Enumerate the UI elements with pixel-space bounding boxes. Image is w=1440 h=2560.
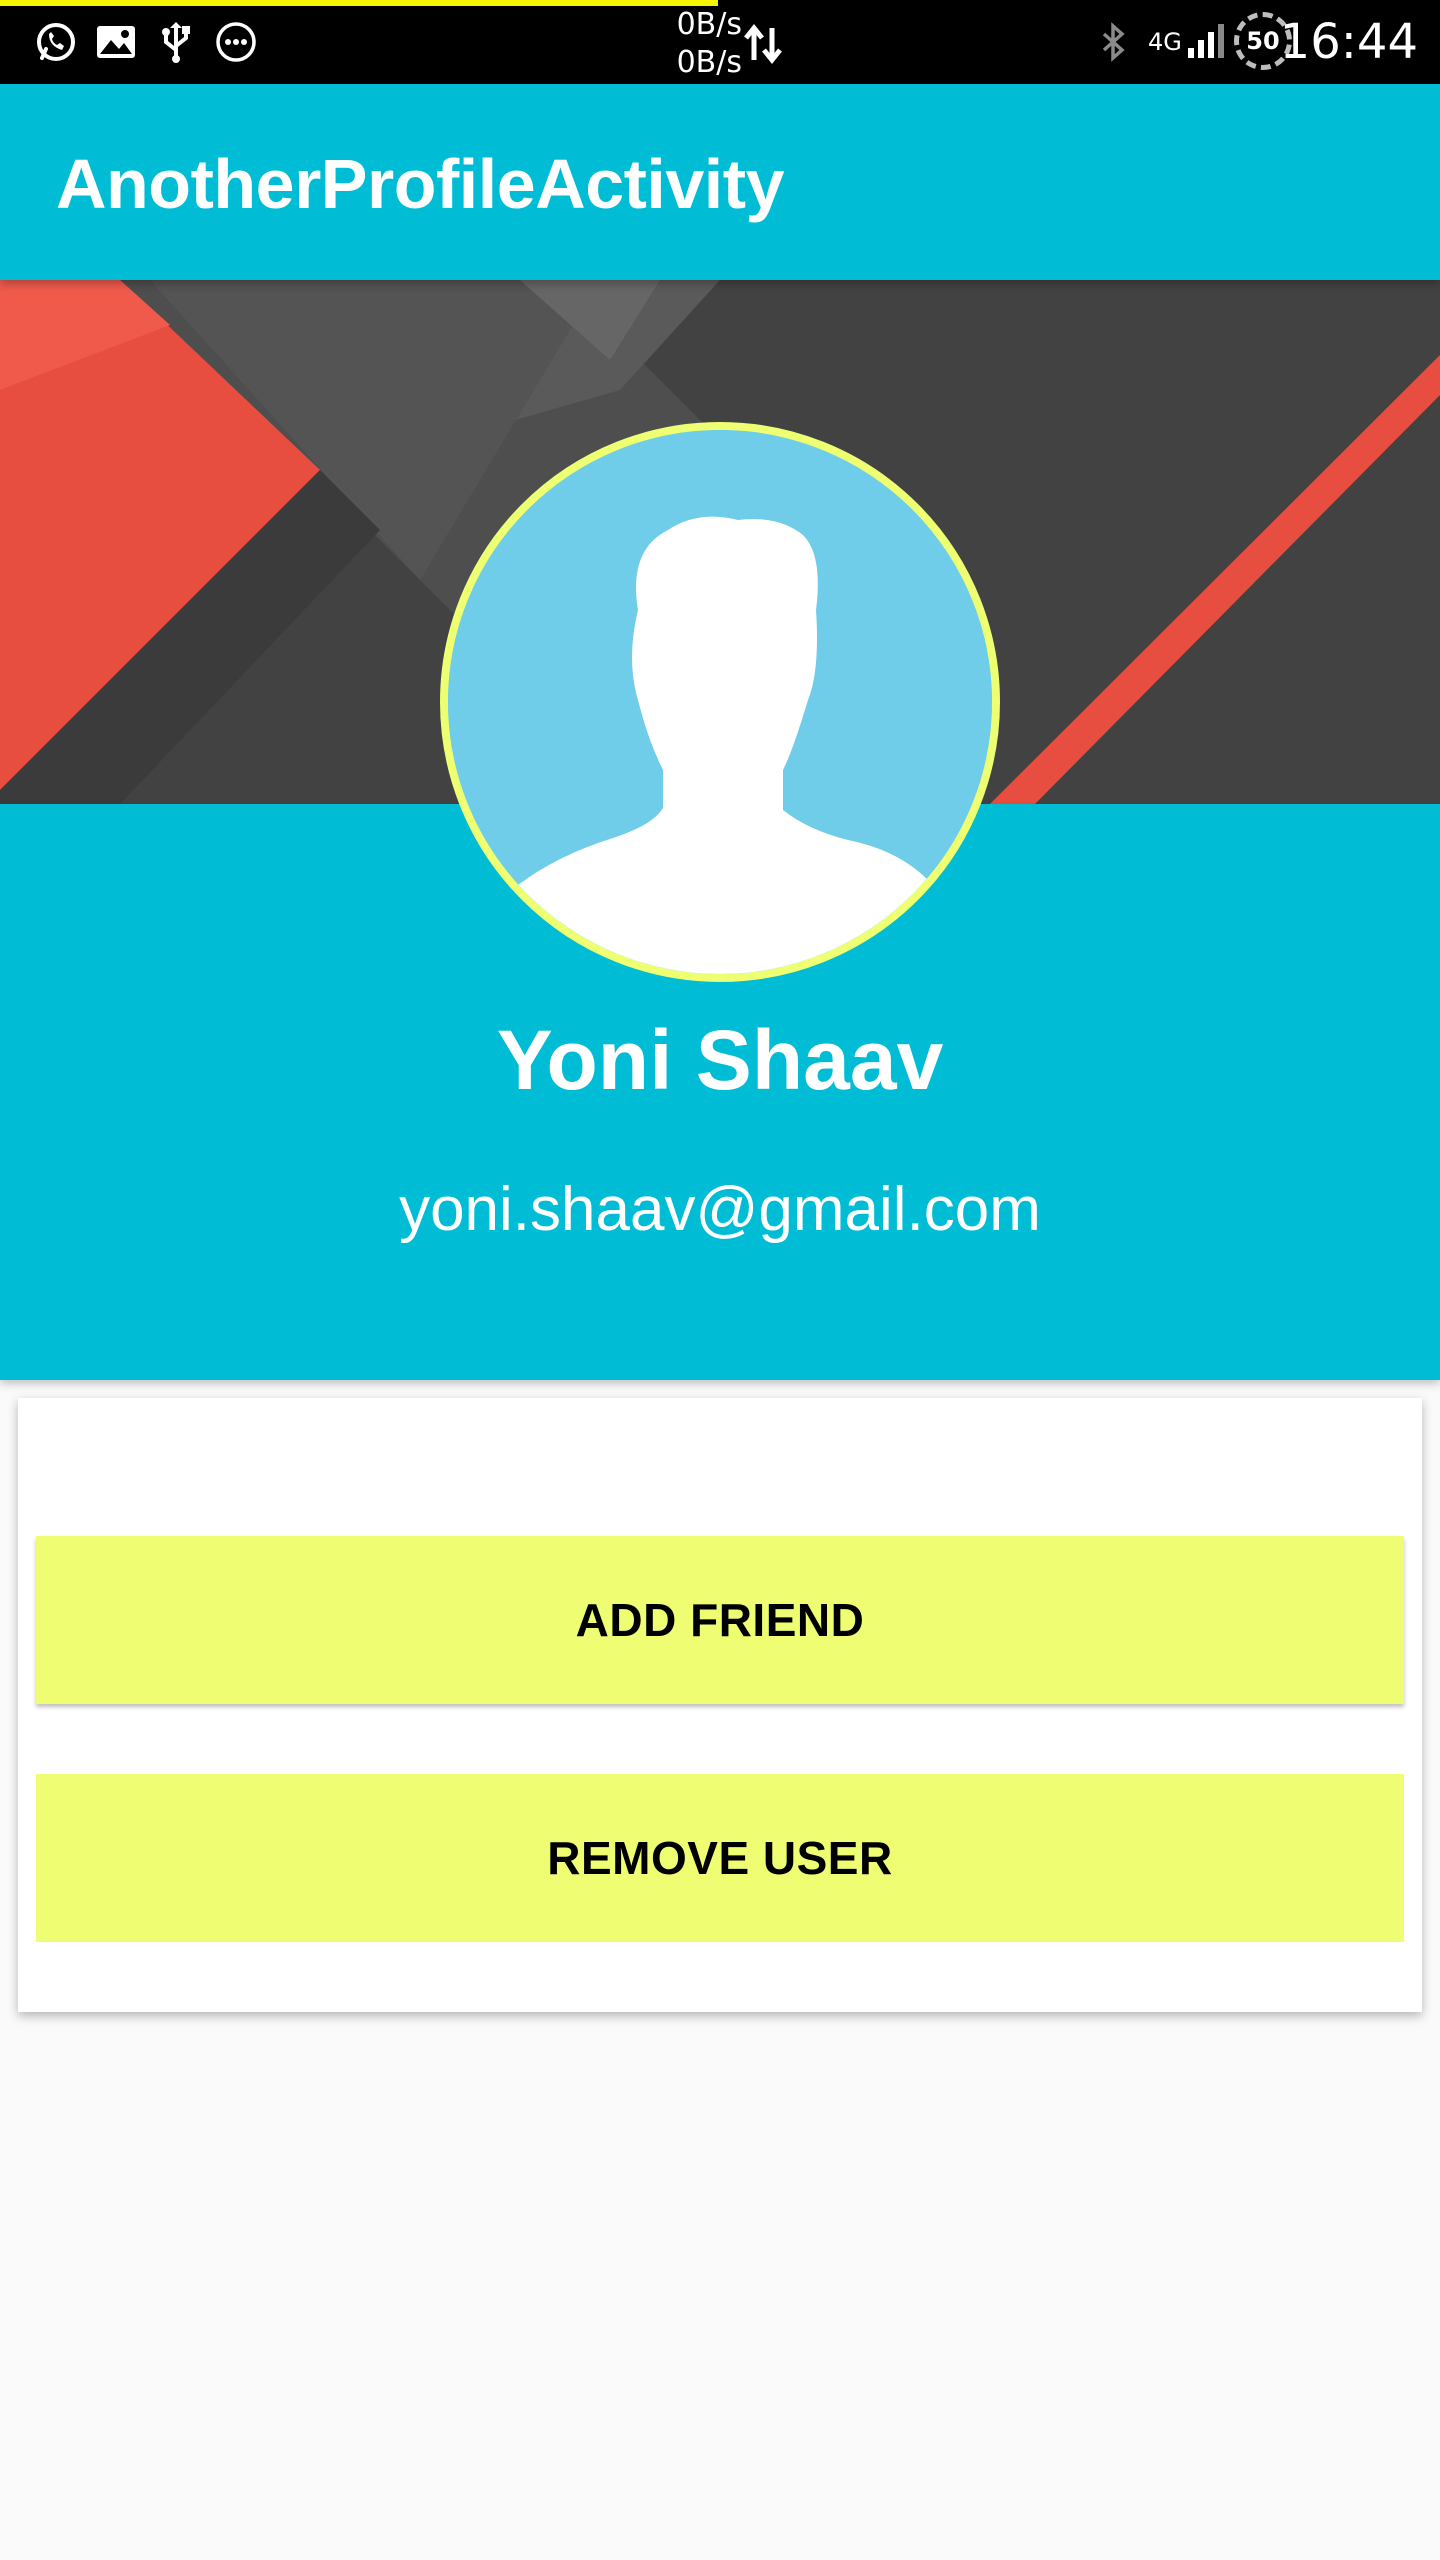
network-type: 4G [1148, 28, 1182, 56]
profile-name: Yoni Shaav [496, 1013, 944, 1107]
status-time: 16:44 [1279, 14, 1418, 70]
download-speed: 0B/s [676, 45, 742, 80]
more-notifications-icon [214, 20, 258, 64]
whatsapp-icon [34, 20, 78, 64]
app-bar: AnotherProfileActivity [0, 84, 1440, 280]
actions-card: ADD FRIEND REMOVE USER [18, 1398, 1422, 2012]
data-transfer-icon [742, 22, 786, 66]
status-bar: 0B/s 0B/s 4G 50 16:44 [0, 0, 1440, 84]
gallery-icon [94, 20, 138, 64]
remove-user-button[interactable]: REMOVE USER [36, 1774, 1404, 1942]
person-silhouette-icon [448, 430, 992, 974]
app-title: AnotherProfileActivity [56, 145, 785, 223]
profile-avatar[interactable] [440, 422, 1000, 982]
network-speed: 0B/s 0B/s [662, 6, 742, 82]
status-progress-line [0, 0, 718, 6]
upload-speed: 0B/s [676, 7, 742, 42]
signal-icon [1186, 20, 1230, 64]
usb-icon [154, 20, 198, 64]
add-friend-button[interactable]: ADD FRIEND [36, 1536, 1404, 1704]
bluetooth-icon [1092, 20, 1136, 64]
profile-email: yoni.shaav@gmail.com [399, 1175, 1041, 1244]
